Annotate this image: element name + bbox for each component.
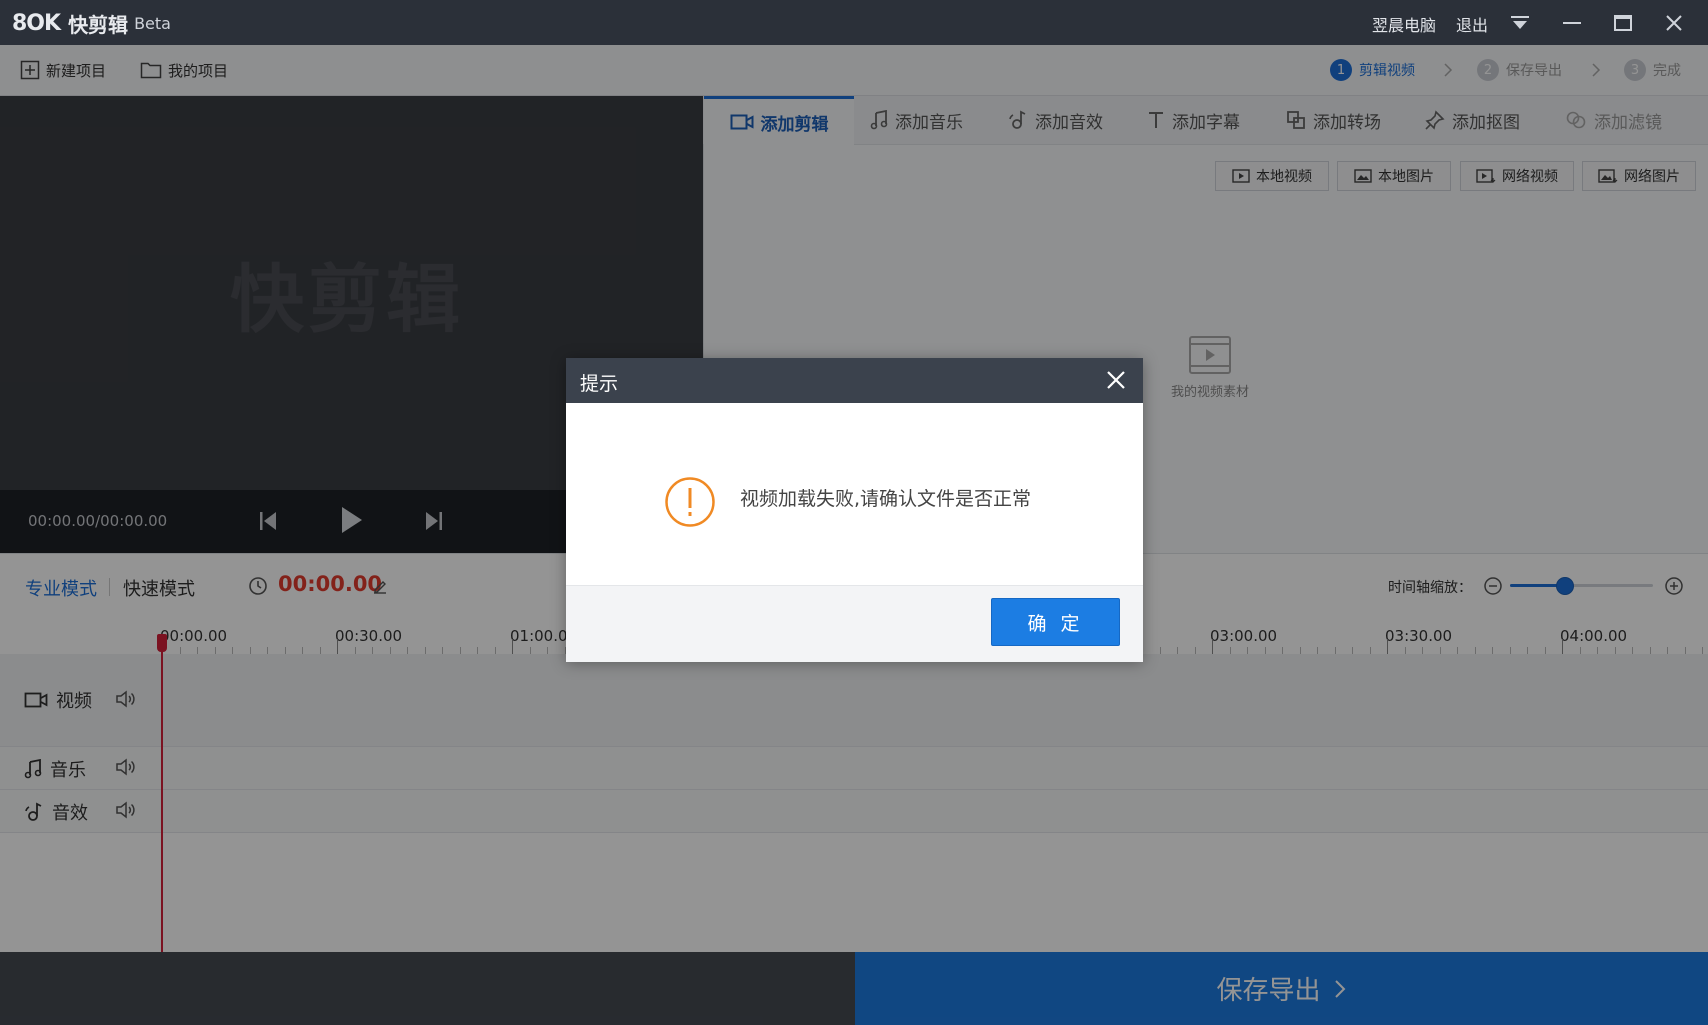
dialog-ok-button[interactable]: 确 定 xyxy=(991,598,1120,646)
dialog-header xyxy=(566,358,1143,403)
menu-dropdown-button[interactable] xyxy=(1505,8,1535,38)
logout-link[interactable]: 退出 xyxy=(1456,12,1488,36)
title-bar xyxy=(0,0,1708,45)
dialog-title: 提示 xyxy=(580,373,619,395)
maximize-icon xyxy=(1614,15,1632,31)
minimize-button[interactable] xyxy=(1557,8,1587,38)
close-icon xyxy=(1666,15,1682,31)
dialog-close-button[interactable] xyxy=(1104,368,1128,392)
app-name: 快剪辑 xyxy=(68,12,129,37)
maximize-button[interactable] xyxy=(1608,8,1638,38)
logo-mark: 8OK xyxy=(12,10,61,36)
warning-icon xyxy=(665,477,715,527)
app-badge: Beta xyxy=(134,13,171,33)
user-name-link[interactable]: 翌晨电脑 xyxy=(1372,12,1436,36)
minimize-icon xyxy=(1563,22,1581,24)
alert-dialog: 提示 视频加载失败,请确认文件是否正常 确 定 xyxy=(566,358,1143,662)
app-logo: 8OK 快剪辑 Beta xyxy=(12,10,171,37)
close-window-button[interactable] xyxy=(1659,8,1689,38)
close-icon xyxy=(1107,371,1125,389)
warning-icon-wrapper xyxy=(664,476,716,528)
dropdown-menu-icon xyxy=(1511,16,1529,29)
dialog-message: 视频加载失败,请确认文件是否正常 xyxy=(740,488,1032,510)
